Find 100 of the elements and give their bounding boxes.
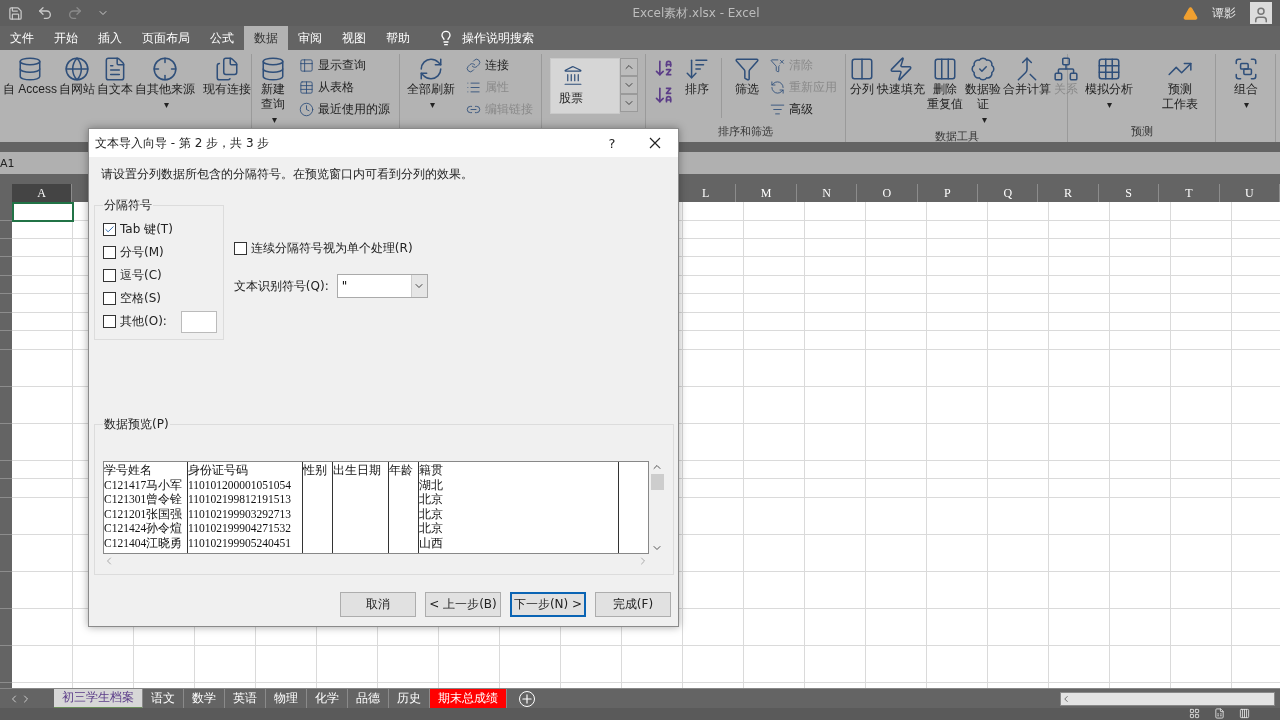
list-icon — [466, 80, 481, 95]
horizontal-scrollbar[interactable] — [1060, 691, 1275, 706]
field-label: 文本识别符号(Q): — [233, 277, 329, 295]
group-label: 数据工具 — [933, 129, 980, 142]
user-name[interactable]: 谭影 — [1212, 4, 1236, 22]
stocks-button[interactable]: 股票 — [549, 58, 620, 114]
filter-clear-icon — [770, 58, 786, 73]
warning-icon — [1183, 5, 1198, 21]
page-break-icon[interactable] — [1239, 708, 1250, 719]
checkbox-label[interactable]: 逗号(C) — [120, 267, 162, 284]
preview-cell-text: 籍贯 — [419, 463, 444, 478]
lightning-icon — [888, 56, 914, 82]
sheet-tab[interactable]: 初三学生档案 — [54, 688, 143, 709]
filter-icon — [733, 56, 760, 82]
undo-icon[interactable] — [37, 5, 53, 21]
filter-icon — [770, 102, 786, 117]
preview-cell-text: C121201张国强 — [104, 506, 184, 522]
group-legend: 分隔符号 — [103, 197, 153, 214]
ribbon-tab[interactable]: 审阅 — [288, 26, 332, 50]
ribbon-button[interactable]: 自 Access — [2, 54, 58, 99]
checkbox-label[interactable]: 空格(S) — [120, 290, 161, 307]
ribbon-button[interactable]: 最近使用的源 — [297, 100, 392, 119]
ribbon-tab[interactable]: 数据 — [244, 26, 288, 50]
columns-icon — [932, 56, 958, 82]
qualifier-dropdown[interactable]: " — [336, 274, 428, 298]
ribbon-button[interactable]: 新建 查询 ▾ — [259, 54, 287, 129]
name-box[interactable]: A1 — [0, 152, 88, 174]
chevron-left-icon — [1061, 693, 1071, 704]
checkbox[interactable] — [103, 315, 116, 328]
dialog-button[interactable]: 完成(F) — [595, 592, 671, 617]
ribbon-button[interactable]: 快速填充 — [876, 54, 926, 99]
ribbon-button[interactable]: 自其他来源 ▾ — [134, 54, 196, 114]
ribbon-button[interactable]: 删除 重复值 — [926, 54, 964, 114]
checkbox-label[interactable]: Tab 键(T) — [120, 221, 173, 238]
ribbon-tab[interactable]: 公式 — [200, 26, 244, 50]
preview-cell-text: 年龄 — [389, 463, 414, 478]
ribbon-tab[interactable]: 插入 — [88, 26, 132, 50]
ribbon-button[interactable]: 合并计算 — [1002, 54, 1052, 99]
checkbox-label[interactable]: 连续分隔符号视为单个处理(R) — [250, 240, 413, 257]
columns-icon — [849, 56, 875, 82]
refresh-icon — [770, 80, 786, 95]
preview-cell-text: 110102199812191513 — [188, 492, 293, 507]
ribbon-tab[interactable]: 文件 — [0, 26, 44, 50]
input-field[interactable] — [180, 310, 217, 333]
checkbox[interactable] — [103, 269, 116, 282]
preview-cell-text: 110102199905240451 — [188, 535, 293, 551]
ribbon-button[interactable]: 模拟分析 ▾ — [1083, 54, 1134, 114]
avatar[interactable] — [1250, 2, 1272, 24]
ribbon-button[interactable]: 从表格 — [297, 78, 392, 97]
ribbon-button[interactable]: 全部刷新 ▾ — [406, 54, 456, 114]
clock-icon — [299, 102, 314, 117]
column-header[interactable]: A — [11, 184, 73, 202]
checkbox[interactable] — [103, 246, 116, 259]
preview-cell-text: 山西 — [419, 535, 444, 551]
globe-icon — [64, 56, 90, 82]
ribbon-button[interactable]: 现有连接 — [202, 54, 252, 99]
scroll-thumb[interactable] — [650, 474, 664, 490]
network-icon — [1053, 56, 1079, 82]
ribbon-button[interactable]: 连接 — [464, 56, 535, 75]
group-legend: 数据预览(P) — [103, 416, 170, 433]
instruction-text: 请设置分列数据所包含的分隔符号。在预览窗口内可看到分列的效果。 — [100, 166, 474, 183]
preview-cell-text: C121301曾令铨 — [104, 492, 184, 507]
target-icon — [152, 56, 178, 82]
tell-me-search[interactable]: 操作说明搜索 — [432, 26, 540, 50]
dialog-button[interactable]: < 上一步(B) — [425, 592, 501, 617]
ribbon-button[interactable]: 排序 — [683, 54, 712, 99]
ribbon-button[interactable]: 筛选 — [732, 54, 761, 99]
normal-view-icon[interactable] — [1189, 708, 1200, 719]
checkbox[interactable] — [103, 223, 116, 236]
save-icon[interactable] — [8, 5, 23, 21]
dialog-button[interactable]: 下一步(N) > — [510, 592, 586, 617]
ribbon-button[interactable]: 组合 ▾ — [1231, 54, 1260, 114]
caret-icon: ▾ — [981, 112, 987, 127]
ribbon-button[interactable]: 预测 工作表 — [1161, 54, 1200, 114]
active-cell[interactable] — [12, 202, 74, 222]
checkbox[interactable] — [103, 292, 116, 305]
preview-cell-text: 北京 — [419, 506, 444, 522]
preview-cell-text: C121404江晓勇 — [104, 535, 184, 551]
ribbon-button[interactable]: 自文本 — [96, 54, 134, 99]
checkbox[interactable] — [233, 242, 247, 255]
help-button[interactable]: ? — [592, 129, 632, 157]
checkbox-label[interactable]: 其他(O): — [120, 313, 167, 330]
dialog-button[interactable]: 取消 — [340, 592, 416, 617]
ribbon-button[interactable]: 分列 — [848, 54, 876, 99]
ribbon-tab[interactable]: 页面布局 — [132, 26, 200, 50]
ribbon-button[interactable]: 高级 — [768, 100, 840, 119]
checkbox-label[interactable]: 分号(M) — [120, 244, 164, 261]
ribbon-tab[interactable]: 帮助 — [376, 26, 420, 50]
ribbon-tab[interactable]: 视图 — [332, 26, 376, 50]
lightbulb-icon — [438, 30, 454, 46]
ribbon-button[interactable]: 显示查询 — [297, 56, 392, 75]
refresh-icon — [418, 56, 444, 82]
sheet-tab[interactable]: 期末总成绩 — [430, 688, 507, 709]
ribbon-button[interactable]: 数据验 证 ▾ — [964, 54, 1002, 129]
page-layout-icon[interactable] — [1214, 708, 1225, 719]
ribbon-button[interactable]: 自网站 — [58, 54, 96, 99]
grid-icon — [1095, 56, 1122, 82]
ribbon-tab[interactable]: 开始 — [44, 26, 88, 50]
window-title: Excel素材.xlsx - Excel — [631, 4, 760, 22]
group-icon — [1232, 56, 1259, 82]
